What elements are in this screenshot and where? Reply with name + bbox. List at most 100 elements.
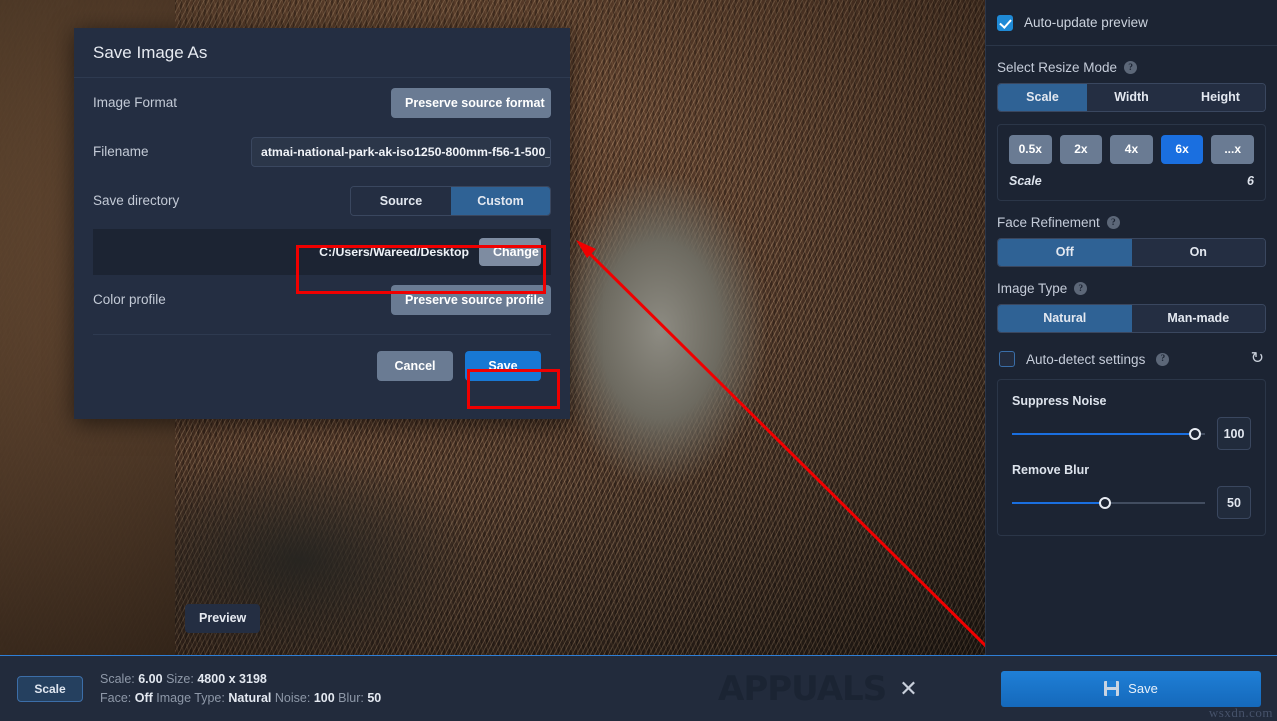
status-noise-value: 100: [313, 690, 335, 705]
row-filename: Filename atmai-national-park-ak-iso1250-…: [93, 127, 551, 176]
dir-source-option[interactable]: Source: [351, 186, 451, 215]
status-summary: Scale: 6.00 Size: 4800 x 3198 Face: Off …: [100, 670, 381, 708]
auto-detect-settings-row[interactable]: Auto-detect settings ? ↻: [986, 351, 1277, 367]
save-directory-segmented: Source Custom: [350, 185, 551, 216]
scale-preset-buttons: 0.5x 2x 4x 6x ...x: [1009, 135, 1254, 164]
bottom-bar: Scale Scale: 6.00 Size: 4800 x 3198 Face…: [0, 655, 1277, 721]
directory-path-row: C:/Users/Wareed/Desktop Change: [93, 229, 551, 275]
save-directory-label: Save directory: [93, 193, 180, 208]
image-type-option-manmade[interactable]: Man-made: [1131, 305, 1265, 332]
sidebar-save-button[interactable]: Save: [1001, 670, 1261, 707]
help-icon-image-type[interactable]: ?: [1074, 282, 1088, 295]
face-refinement-option-on[interactable]: On: [1131, 239, 1265, 266]
save-image-as-dialog: Save Image As Image Format Preserve sour…: [74, 28, 570, 419]
face-refinement-option-off[interactable]: Off: [998, 239, 1132, 266]
status-blur-prefix: Blur:: [338, 690, 364, 705]
face-refinement-heading-row: Face Refinement ?: [997, 215, 1266, 230]
preview-button[interactable]: Preview: [185, 604, 261, 633]
cancel-button[interactable]: Cancel: [377, 350, 453, 381]
directory-path-text: C:/Users/Wareed/Desktop: [319, 245, 469, 259]
suppress-noise-line: 100: [1012, 417, 1251, 450]
status-imagetype-prefix: Image Type:: [156, 690, 225, 705]
auto-detect-settings-label: Auto-detect settings: [1026, 351, 1146, 367]
refresh-icon[interactable]: ↻: [1251, 351, 1264, 367]
auto-update-preview-row[interactable]: Auto-update preview: [986, 0, 1277, 46]
help-icon-resize-mode[interactable]: ?: [1124, 61, 1138, 74]
filename-input[interactable]: atmai-national-park-ak-iso1250-800mm-f56…: [251, 136, 551, 167]
app-root: Preview Save Image As Image Format Prese…: [0, 0, 1277, 721]
remove-blur-slider[interactable]: [1012, 496, 1205, 509]
face-refinement-heading: Face Refinement: [997, 215, 1100, 230]
floppy-disk-icon: [1104, 681, 1120, 696]
suppress-noise-label: Suppress Noise: [1012, 394, 1107, 408]
color-profile-button[interactable]: Preserve source profile: [391, 284, 551, 315]
scale-preset-2x[interactable]: 2x: [1059, 135, 1103, 164]
resize-mode-heading: Select Resize Mode: [997, 60, 1118, 75]
suppress-noise-group: Suppress Noise 100: [1012, 394, 1251, 450]
status-size-value: 4800 x 3198: [197, 671, 267, 686]
bottom-left-panel: Scale Scale: 6.00 Size: 4800 x 3198 Face…: [0, 656, 985, 721]
status-scale-value: 6.00: [138, 671, 163, 686]
close-icon[interactable]: ✕: [899, 676, 917, 702]
resize-mode-heading-row: Select Resize Mode ?: [997, 60, 1266, 75]
resize-mode-section: Select Resize Mode ? Scale Width Height …: [986, 60, 1277, 333]
scale-preset-6x[interactable]: 6x: [1160, 135, 1204, 164]
watermark: wsxdn.com: [1208, 704, 1273, 720]
appuals-logo-text: APPUALS: [718, 668, 887, 709]
status-size-prefix: Size:: [166, 671, 194, 686]
status-line-1: Scale: 6.00 Size: 4800 x 3198: [100, 670, 381, 689]
remove-blur-label: Remove Blur: [1012, 463, 1090, 477]
scale-meta-label: Scale: [1009, 174, 1042, 188]
scale-meta-value: 6: [1247, 174, 1254, 188]
dialog-body: Image Format Preserve source format File…: [74, 78, 570, 396]
image-format-label: Image Format: [93, 95, 178, 110]
help-icon-face-refinement[interactable]: ?: [1106, 216, 1120, 229]
face-refinement-segmented: Off On: [997, 238, 1266, 267]
image-type-option-natural[interactable]: Natural: [998, 305, 1132, 332]
row-save-directory: Save directory Source Custom: [93, 176, 551, 225]
status-noise-prefix: Noise:: [274, 690, 311, 705]
dialog-title: Save Image As: [74, 28, 570, 78]
scale-preset-0.5x[interactable]: 0.5x: [1009, 135, 1052, 164]
scale-pill-button[interactable]: Scale: [17, 675, 83, 702]
suppress-noise-value[interactable]: 100: [1217, 417, 1251, 450]
scale-preset-panel: 0.5x 2x 4x 6x ...x Scale 6: [997, 124, 1266, 201]
bottom-right-panel: Save wsxdn.com: [985, 656, 1277, 721]
save-button[interactable]: Save: [465, 350, 541, 381]
dir-custom-option[interactable]: Custom: [451, 186, 550, 215]
help-icon-auto-detect[interactable]: ?: [1156, 352, 1170, 366]
appuals-logo: APPUALS ✕: [718, 669, 918, 709]
image-format-button[interactable]: Preserve source format: [391, 87, 551, 118]
color-profile-label: Color profile: [93, 292, 166, 307]
auto-update-preview-label: Auto-update preview: [1024, 15, 1148, 30]
row-image-format: Image Format Preserve source format: [93, 78, 551, 127]
settings-sidebar: Auto-update preview Select Resize Mode ?…: [985, 0, 1277, 655]
resize-mode-segmented: Scale Width Height: [997, 83, 1266, 112]
image-type-heading-row: Image Type ?: [997, 281, 1266, 296]
status-blur-value: 50: [367, 690, 382, 705]
resize-mode-option-height[interactable]: Height: [1176, 84, 1265, 111]
remove-blur-value[interactable]: 50: [1217, 486, 1251, 519]
remove-blur-group: Remove Blur 50: [1012, 463, 1251, 519]
scale-meta-row: Scale 6: [1009, 174, 1254, 188]
auto-detect-settings-checkbox[interactable]: [999, 351, 1015, 367]
dialog-footer: Cancel Save: [93, 334, 551, 396]
image-type-heading: Image Type: [997, 281, 1068, 296]
status-line-2: Face: Off Image Type: Natural Noise: 100…: [100, 689, 381, 708]
row-color-profile: Color profile Preserve source profile: [93, 275, 551, 324]
enhancement-sliders-panel: Suppress Noise 100 Remove Blur 50: [997, 379, 1266, 536]
scale-preset-custom[interactable]: ...x: [1211, 135, 1254, 164]
suppress-noise-slider[interactable]: [1012, 427, 1205, 440]
status-imagetype-value: Natural: [228, 690, 272, 705]
remove-blur-line: 50: [1012, 486, 1251, 519]
image-type-segmented: Natural Man-made: [997, 304, 1266, 333]
scale-preset-4x[interactable]: 4x: [1110, 135, 1153, 164]
change-directory-button[interactable]: Change: [479, 238, 541, 266]
sidebar-save-label: Save: [1128, 681, 1158, 696]
status-face-prefix: Face:: [100, 690, 132, 705]
resize-mode-option-scale[interactable]: Scale: [998, 84, 1087, 111]
status-face-value: Off: [134, 690, 153, 705]
filename-label: Filename: [93, 144, 149, 159]
auto-update-preview-checkbox[interactable]: [997, 14, 1013, 31]
resize-mode-option-width[interactable]: Width: [1087, 84, 1176, 111]
